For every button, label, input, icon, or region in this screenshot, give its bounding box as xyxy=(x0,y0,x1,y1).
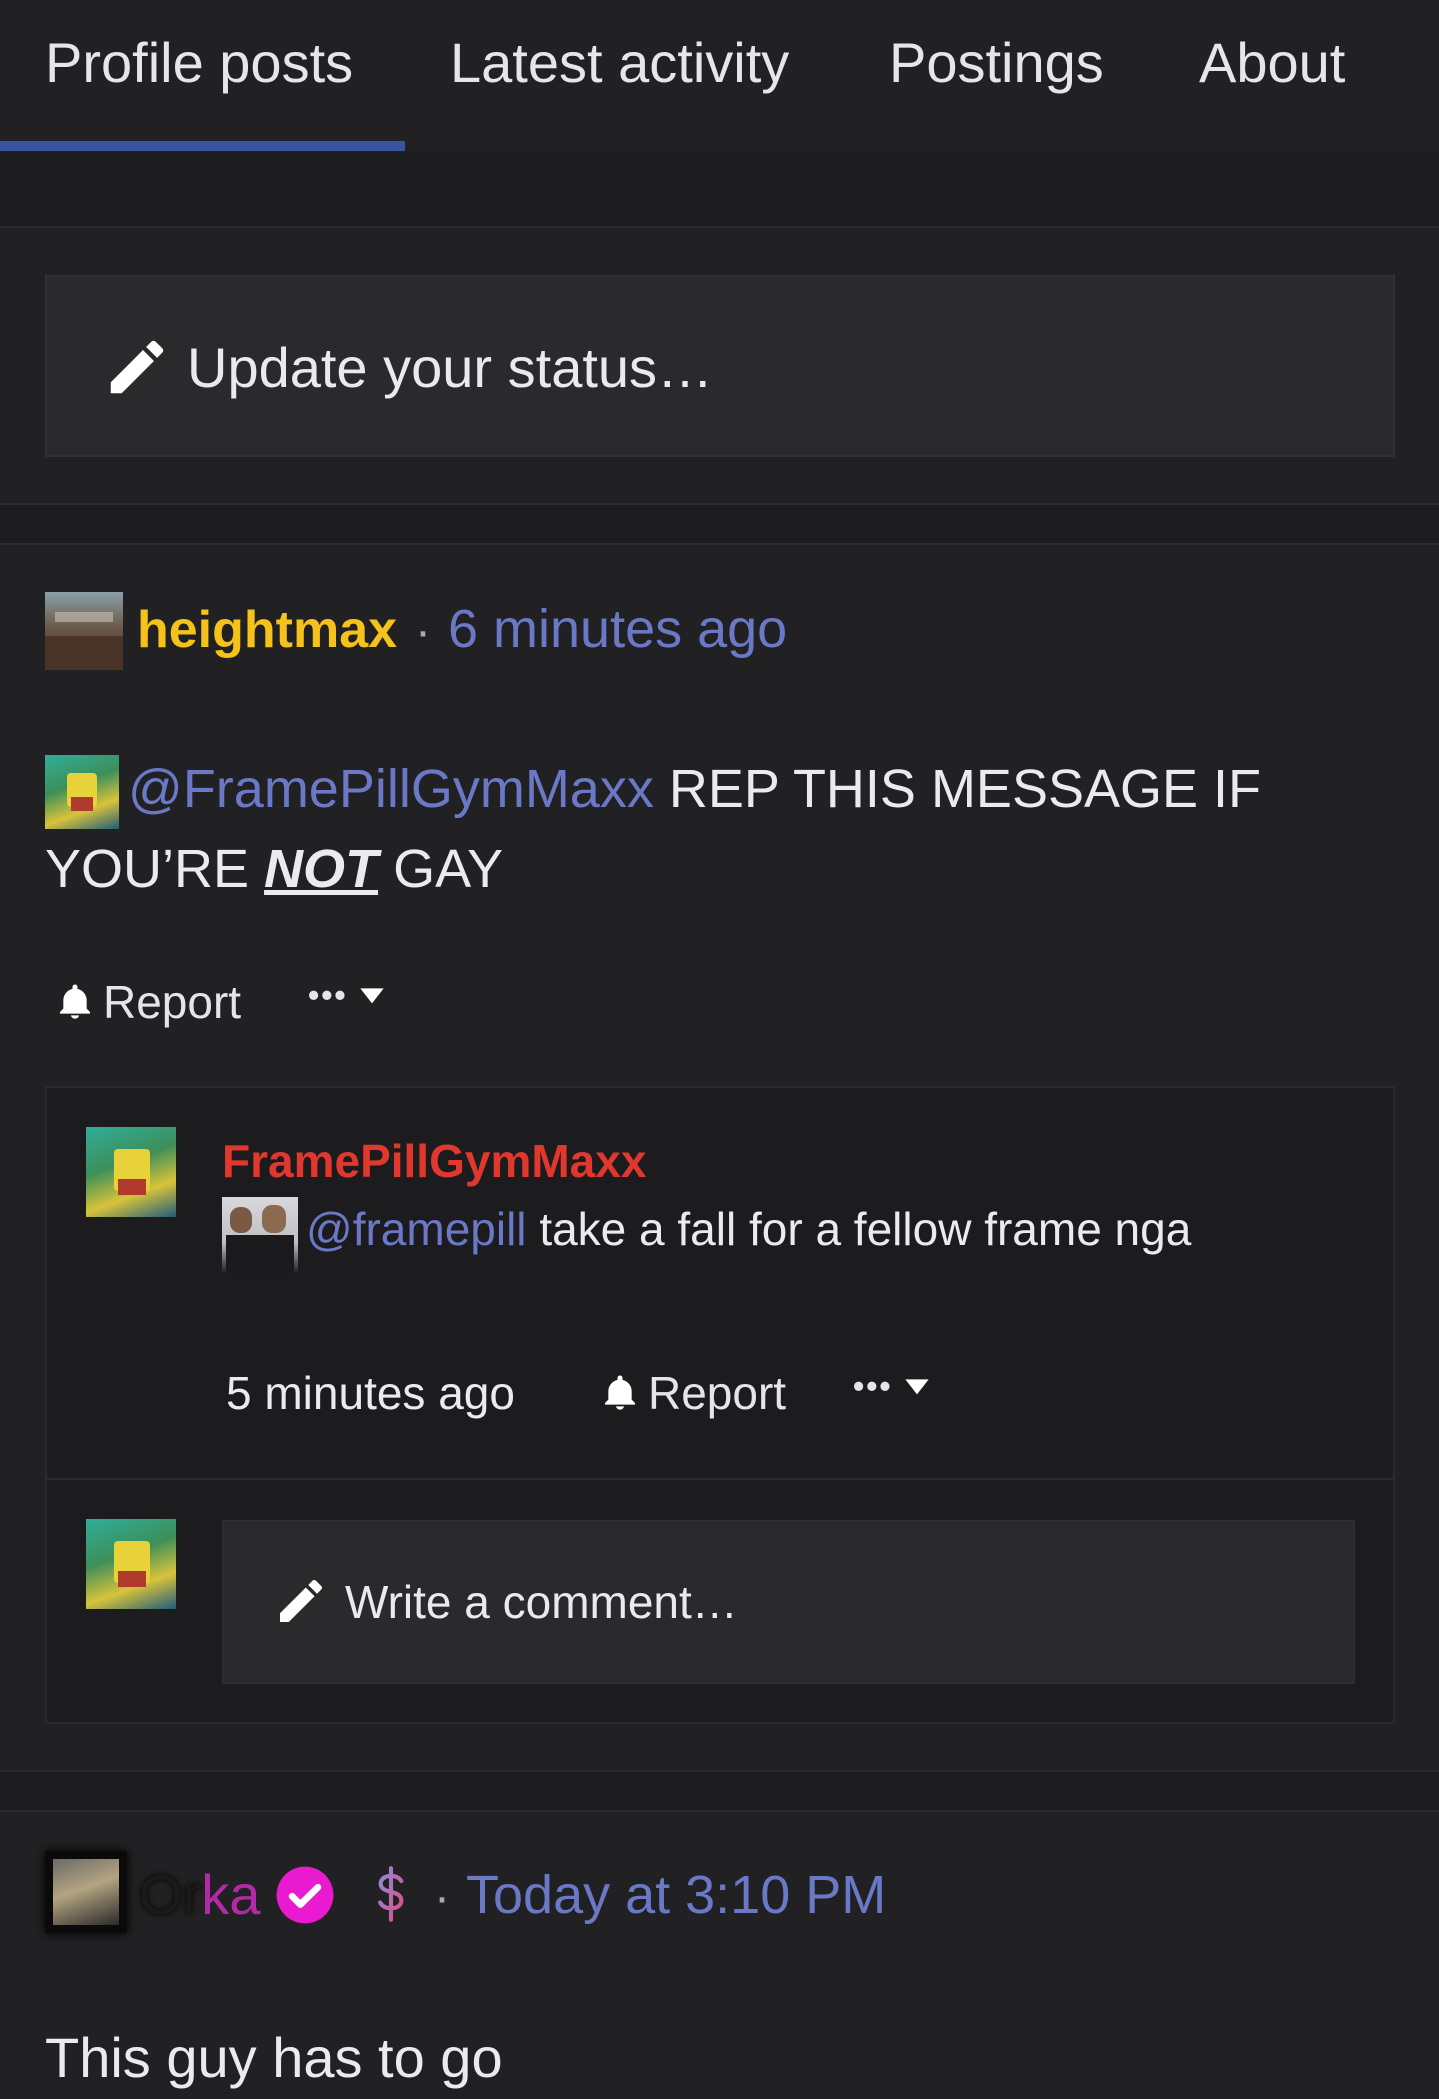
pencil-icon xyxy=(280,1579,323,1622)
verified-check-icon xyxy=(276,1866,334,1924)
status-placeholder: Update your status… xyxy=(187,336,714,399)
tab-postings[interactable]: Postings xyxy=(889,30,1104,95)
post-author[interactable]: Orka xyxy=(139,1862,260,1927)
bell-icon xyxy=(60,984,90,1019)
author-name-part: ka xyxy=(201,1863,261,1926)
mention-link[interactable]: @FramePillGymMaxx xyxy=(128,759,654,819)
comment-more-options-button[interactable]: ••• xyxy=(853,1366,937,1406)
comment-time[interactable]: 5 minutes ago xyxy=(226,1366,515,1420)
divider xyxy=(47,1478,1393,1480)
pencil-icon xyxy=(110,340,164,394)
profile-tabs: Profile posts Latest activity Postings A… xyxy=(0,0,1439,152)
write-comment-input[interactable]: Write a comment… xyxy=(222,1520,1355,1684)
post-time[interactable]: Today at 3:10 PM xyxy=(466,1864,886,1926)
ellipsis-icon: ••• xyxy=(308,976,348,1013)
more-options-button[interactable]: ••• xyxy=(308,975,392,1015)
message-text: YOU’RE xyxy=(45,839,250,899)
dollar-icon xyxy=(378,1866,404,1922)
message-emphasis: NOT xyxy=(264,839,379,899)
section-divider xyxy=(0,1770,1439,1812)
post-message-line1: @FramePillGymMaxx REP THIS MESSAGE IF xyxy=(128,758,1261,820)
section-divider xyxy=(0,152,1439,228)
separator: · xyxy=(415,605,431,658)
separator: · xyxy=(434,1871,450,1924)
tab-about[interactable]: About xyxy=(1199,30,1345,95)
author-name-part: Or xyxy=(139,1863,202,1926)
bell-icon xyxy=(605,1375,635,1410)
comment-placeholder: Write a comment… xyxy=(345,1576,738,1628)
comment-text: @framepill take a fall for a fellow fram… xyxy=(306,1202,1191,1256)
mention-avatar xyxy=(45,755,119,829)
current-user-avatar[interactable] xyxy=(86,1519,176,1609)
tab-profile-posts[interactable]: Profile posts xyxy=(45,30,353,95)
post-message-line2: YOU’RE NOT GAY xyxy=(45,838,503,900)
post-message: This guy has to go xyxy=(45,2026,503,2089)
message-text: GAY xyxy=(393,839,504,899)
report-label: Report xyxy=(648,1367,787,1419)
tab-latest-activity[interactable]: Latest activity xyxy=(450,30,789,95)
comments-section: FramePillGymMaxx @framepill take a fall … xyxy=(45,1086,1395,1724)
ellipsis-icon: ••• xyxy=(853,1367,893,1404)
caret-down-icon xyxy=(359,988,384,1004)
avatar-heightmax[interactable] xyxy=(45,592,123,670)
comment-author[interactable]: FramePillGymMaxx xyxy=(222,1134,646,1188)
mention-link[interactable]: @framepill xyxy=(306,1203,527,1255)
comment-body: take a fall for a fellow frame nga xyxy=(539,1203,1192,1255)
comment-report-button[interactable]: Report xyxy=(600,1366,786,1420)
report-label: Report xyxy=(103,976,242,1028)
active-tab-indicator xyxy=(0,141,405,151)
message-text: REP THIS MESSAGE IF xyxy=(668,759,1262,819)
caret-down-icon xyxy=(904,1379,929,1395)
post-time[interactable]: 6 minutes ago xyxy=(448,598,787,660)
mention-avatar xyxy=(222,1197,298,1273)
report-button[interactable]: Report xyxy=(55,975,241,1029)
post-author[interactable]: heightmax xyxy=(137,600,397,660)
section-divider xyxy=(0,503,1439,545)
avatar-framepillgymmaxx[interactable] xyxy=(86,1127,176,1217)
update-status-box[interactable]: Update your status… xyxy=(45,275,1395,457)
avatar-orka[interactable] xyxy=(45,1851,127,1933)
